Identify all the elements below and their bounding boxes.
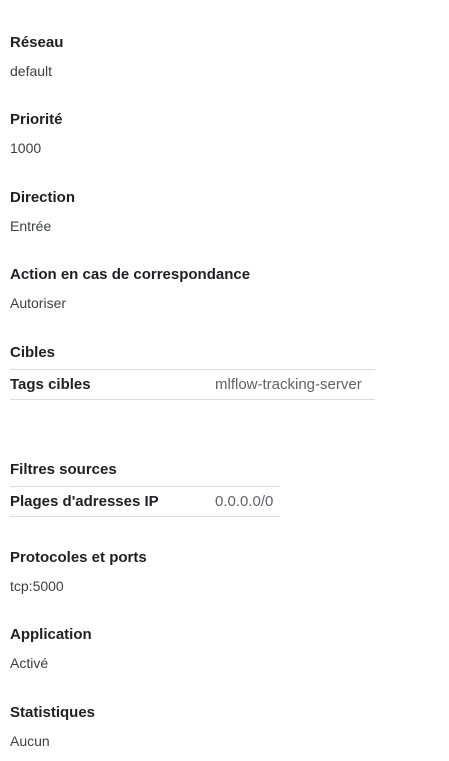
ip-ranges-key: Plages d'adresses IP bbox=[10, 486, 215, 517]
target-tags-key: Tags cibles bbox=[10, 369, 215, 400]
priority-section: Priorité 1000 bbox=[10, 111, 63, 157]
application-section: Application Activé bbox=[10, 626, 92, 672]
priority-value: 1000 bbox=[10, 140, 42, 156]
protocols-value: tcp:5000 bbox=[10, 578, 64, 594]
statistics-section: Statistiques Aucun bbox=[10, 704, 95, 750]
table-row: Tags cibles mlflow-tracking-server bbox=[10, 369, 375, 400]
application-label: Application bbox=[10, 626, 92, 643]
action-value: Autoriser bbox=[10, 295, 67, 311]
source-filters-label: Filtres sources bbox=[10, 461, 117, 478]
protocols-label: Protocoles et ports bbox=[10, 549, 147, 566]
direction-value: Entrée bbox=[10, 218, 52, 234]
network-label: Réseau bbox=[10, 34, 64, 51]
ip-ranges-value: 0.0.0.0/0 bbox=[215, 486, 280, 517]
targets-table: Tags cibles mlflow-tracking-server bbox=[10, 369, 375, 400]
target-tags-value: mlflow-tracking-server bbox=[215, 369, 375, 400]
statistics-value: Aucun bbox=[10, 733, 50, 749]
table-row: Plages d'adresses IP 0.0.0.0/0 bbox=[10, 486, 280, 517]
action-section: Action en cas de correspondance Autorise… bbox=[10, 266, 250, 312]
direction-label: Direction bbox=[10, 189, 76, 206]
source-filters-table: Plages d'adresses IP 0.0.0.0/0 bbox=[10, 486, 280, 517]
source-filters-section: Filtres sources bbox=[10, 461, 117, 479]
priority-label: Priorité bbox=[10, 111, 63, 128]
statistics-label: Statistiques bbox=[10, 704, 96, 721]
protocols-section: Protocoles et ports tcp:5000 bbox=[10, 549, 147, 595]
application-value: Activé bbox=[10, 655, 49, 671]
direction-section: Direction Entrée bbox=[10, 189, 75, 235]
targets-section: Cibles bbox=[10, 344, 55, 362]
action-label: Action en cas de correspondance bbox=[10, 266, 251, 283]
network-section: Réseau default bbox=[10, 34, 63, 80]
targets-label: Cibles bbox=[10, 344, 56, 361]
network-value: default bbox=[10, 63, 53, 79]
